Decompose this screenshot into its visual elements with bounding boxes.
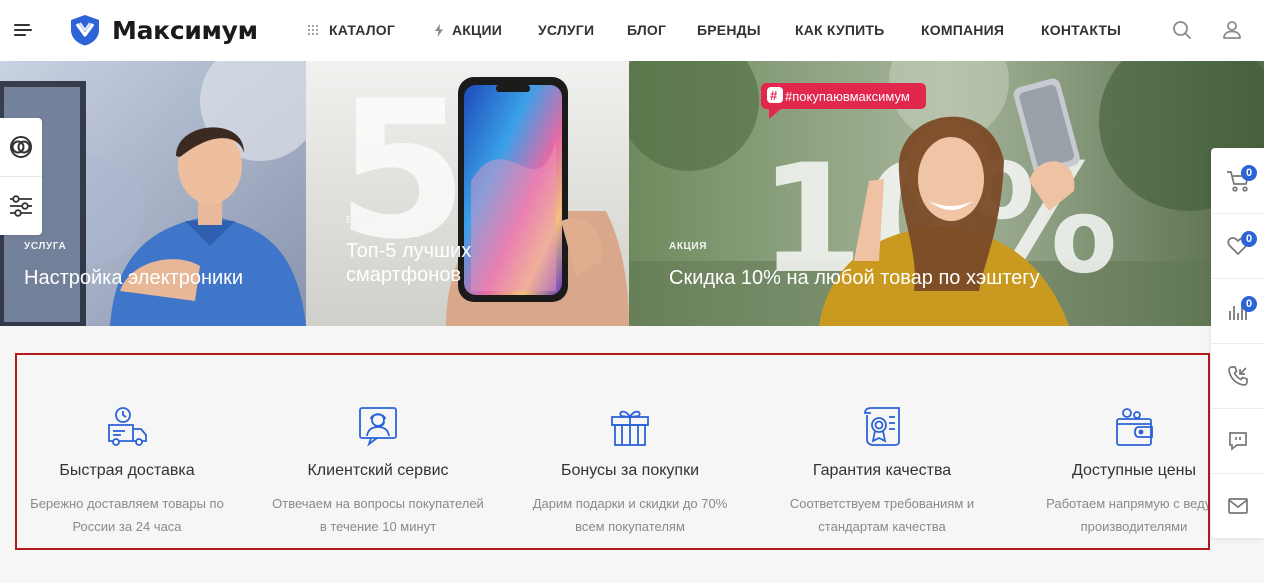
feature-title: Доступные цены xyxy=(1072,462,1196,479)
banner-title-line-1: Топ-5 лучших xyxy=(346,240,472,262)
banner-blog[interactable]: 5 БЛОГ Топ-5 лучших смартфонов xyxy=(306,61,629,326)
feature-description-line: Отвечаем на вопросы покупателей xyxy=(272,496,484,511)
sliders-icon xyxy=(10,194,32,217)
theme-toggle-button[interactable] xyxy=(0,118,42,176)
feature-title: Гарантия качества xyxy=(812,462,952,479)
cart-count-badge: 0 xyxy=(1241,165,1257,181)
nav-label: УСЛУГИ xyxy=(538,22,595,38)
site-header: Максимум КАТАЛОГ АКЦИИ УСЛУГИ БЛОГ БРЕНД… xyxy=(0,0,1264,61)
banner-tag: АКЦИЯ xyxy=(669,241,708,252)
chat-button[interactable] xyxy=(1211,408,1264,473)
nav-item-services[interactable]: УСЛУГИ xyxy=(538,22,594,38)
nav-label: АКЦИИ xyxy=(452,22,503,38)
theme-circles-icon xyxy=(10,136,32,158)
callback-button[interactable] xyxy=(1211,343,1264,408)
nav-item-brands[interactable]: БРЕНДЫ xyxy=(697,22,761,38)
feature-description-line: в течение 10 минут xyxy=(319,519,437,534)
nav-item-sales[interactable]: АКЦИИ xyxy=(434,22,502,38)
feature-description: Соответствуем требованиям и стандартам к… xyxy=(756,492,1008,538)
feature-description-line: Работаем напрямую с ведущ xyxy=(1046,496,1210,511)
feature-description-line: Дарим подарки и скидки до 70% xyxy=(532,496,728,511)
feature-description-line: производителями xyxy=(1080,519,1188,534)
nav-label: БЛОГ xyxy=(627,22,667,38)
nav-label: КОНТАКТЫ xyxy=(1041,22,1122,38)
feature-description: Отвечаем на вопросы покупателей в течени… xyxy=(252,492,504,538)
feature-description: Работаем напрямую с ведущ производителям… xyxy=(1008,492,1210,538)
menu-burger-icon[interactable] xyxy=(14,24,32,36)
nav-item-company[interactable]: КОМПАНИЯ xyxy=(921,22,1004,38)
delivery-truck-icon xyxy=(108,407,147,446)
support-agent-icon xyxy=(359,407,397,447)
feature-description-line: Бережно доставляем товары по xyxy=(30,496,224,511)
feature-description-line: всем покупателям xyxy=(575,519,685,534)
nav-item-how-to-buy[interactable]: КАК КУПИТЬ xyxy=(795,22,884,38)
phone-callback-icon xyxy=(1227,366,1248,386)
banner-hashtag: #покупаювмаксимум xyxy=(785,89,910,104)
search-icon[interactable] xyxy=(1171,19,1193,41)
hashtag-icon: # xyxy=(767,87,783,103)
banner-title: Настройка электроники xyxy=(24,267,244,289)
feature-description: Дарим подарки и скидки до 70% всем покуп… xyxy=(504,492,756,538)
feature-description: Бережно доставляем товары по России за 2… xyxy=(17,492,253,538)
feature-title: Быстрая доставка xyxy=(59,462,195,479)
gift-icon xyxy=(611,410,649,446)
nav-label: БРЕНДЫ xyxy=(697,22,761,38)
right-floating-panel: 0 0 0 xyxy=(1211,148,1264,538)
feature-description-line: стандартам качества xyxy=(818,519,946,534)
nav-item-blog[interactable]: БЛОГ xyxy=(627,22,666,38)
site-logo[interactable]: Максимум xyxy=(68,13,258,47)
mail-icon xyxy=(1227,498,1248,514)
feature-title: Бонусы за покупки xyxy=(560,462,700,479)
logo-shield-icon xyxy=(71,15,99,46)
feature-description-line: Соответствуем требованиям и xyxy=(789,496,975,511)
email-button[interactable] xyxy=(1211,473,1264,538)
compare-count-badge: 0 xyxy=(1241,296,1257,312)
nav-item-catalog[interactable]: КАТАЛОГ xyxy=(307,22,395,38)
nav-label: КОМПАНИЯ xyxy=(921,22,1005,38)
banner-title-line-2: смартфонов xyxy=(346,264,462,286)
features-section: Быстрая доставка Бережно доставляем това… xyxy=(15,353,1210,550)
user-icon[interactable] xyxy=(1221,19,1243,41)
logo-text: Максимум xyxy=(112,15,258,45)
compare-button[interactable]: 0 xyxy=(1211,278,1264,343)
settings-button[interactable] xyxy=(0,176,42,234)
feature-title: Клиентский сервис xyxy=(307,462,449,479)
svg-text:#: # xyxy=(770,88,778,103)
feature-description-line: России за 24 часа xyxy=(72,519,182,534)
nav-label: КАТАЛОГ xyxy=(329,22,395,38)
cart-button[interactable]: 0 xyxy=(1211,148,1264,213)
banner-sale[interactable]: 10% #покупаювмаксимум # АКЦИЯ Скидка 10%… xyxy=(629,61,1264,326)
banner-tag: УСЛУГА xyxy=(24,241,67,252)
banner-tag: БЛОГ xyxy=(346,215,376,226)
banner-title: Топ-5 лучших смартфонов xyxy=(346,239,471,287)
banner-service[interactable]: УСЛУГА Настройка электроники xyxy=(0,61,306,326)
certificate-icon xyxy=(864,407,900,446)
grid-icon xyxy=(307,24,319,36)
chat-bubble-icon xyxy=(1228,432,1247,451)
nav-item-contacts[interactable]: КОНТАКТЫ xyxy=(1041,22,1121,38)
wallet-icon xyxy=(1116,408,1153,446)
lightning-icon xyxy=(435,23,443,37)
promo-banners: УСЛУГА Настройка электроники 5 БЛОГ Топ-… xyxy=(0,61,1264,326)
banner-title: Скидка 10% на любой товар по хэштегу xyxy=(669,267,1040,289)
nav-label: КАК КУПИТЬ xyxy=(795,22,885,38)
favorites-button[interactable]: 0 xyxy=(1211,213,1264,278)
favorites-count-badge: 0 xyxy=(1241,231,1257,247)
left-floating-panel xyxy=(0,118,42,235)
